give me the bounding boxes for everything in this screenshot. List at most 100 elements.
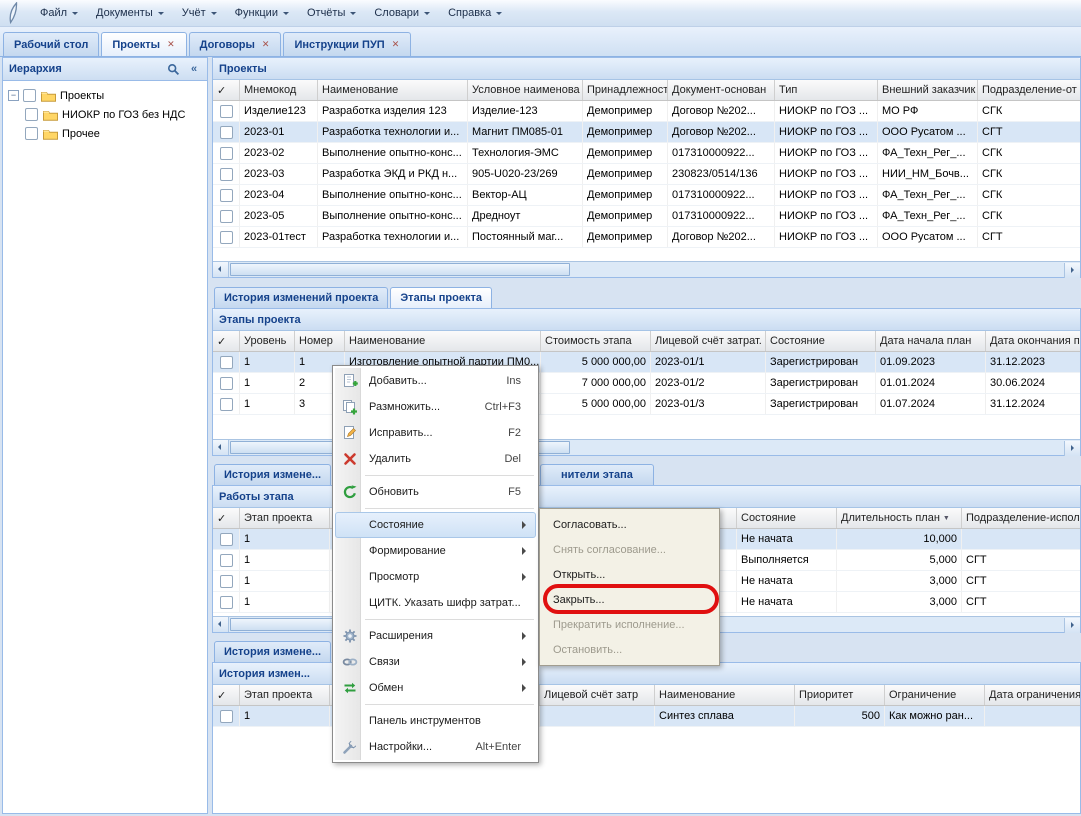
row-checkbox[interactable] [220, 710, 233, 723]
row-checkbox[interactable] [220, 105, 233, 118]
collapse-panel-icon[interactable]: « [185, 61, 203, 78]
menubar-item-file[interactable]: Файл [31, 0, 87, 26]
row-checkbox[interactable] [220, 356, 233, 369]
scroll-left-icon[interactable] [213, 440, 229, 455]
table-row[interactable]: Изделие123Разработка изделия 123Изделие-… [213, 101, 1080, 122]
column-header-project-stage[interactable]: Этап проекта [240, 685, 330, 705]
column-header-stage-cost[interactable]: Стоимость этапа [541, 331, 651, 351]
row-checkbox[interactable] [220, 377, 233, 390]
column-header-cost-account[interactable]: Лицевой счёт затр [540, 685, 655, 705]
table-row[interactable]: 2023-02Выполнение опытно-конс...Технолог… [213, 143, 1080, 164]
menubar-item-reports[interactable]: Отчёты [298, 0, 365, 26]
table-row[interactable]: 2023-01тестРазработка технологии и...Пос… [213, 227, 1080, 248]
row-checkbox[interactable] [220, 168, 233, 181]
scroll-right-icon[interactable] [1064, 618, 1080, 633]
row-checkbox[interactable] [220, 231, 233, 244]
scroll-right-icon[interactable] [1064, 263, 1080, 278]
column-header-number[interactable]: Номер [295, 331, 345, 351]
tree-checkbox[interactable] [23, 89, 36, 102]
tab-stage-executors-tab[interactable]: нители этапа [540, 464, 654, 485]
column-header-restriction[interactable]: Ограничение [885, 685, 985, 705]
column-header-state[interactable]: Состояние [766, 331, 876, 351]
column-header-department[interactable]: Подразделение-от [978, 80, 1080, 100]
context-menu-item-edit[interactable]: Исправить...F2 [335, 420, 536, 446]
row-checkbox[interactable] [220, 575, 233, 588]
tree-checkbox[interactable] [25, 127, 38, 140]
row-checkbox[interactable] [220, 596, 233, 609]
column-header-conditional-name[interactable]: Условное наименова [468, 80, 583, 100]
column-header-name[interactable]: Наименование [655, 685, 795, 705]
column-header-executor-department[interactable]: Подразделение-исполн [962, 508, 1080, 528]
search-icon[interactable] [164, 61, 182, 78]
context-menu-item-settings[interactable]: Настройки...Alt+Enter [335, 734, 536, 760]
row-checkbox[interactable] [220, 398, 233, 411]
context-menu-item-extensions[interactable]: Расширения [335, 623, 536, 649]
column-header-check[interactable]: ✓ [213, 685, 240, 705]
context-menu-item-duplicate[interactable]: Размножить...Ctrl+F3 [335, 394, 536, 420]
tree-checkbox[interactable] [25, 108, 38, 121]
column-header-plan-end-date[interactable]: Дата окончания п [986, 331, 1080, 351]
menubar-item-accounting[interactable]: Учёт [173, 0, 226, 26]
column-header-restriction-date[interactable]: Дата ограничения [985, 685, 1080, 705]
column-header-belonging[interactable]: Принадлежность [583, 80, 668, 100]
context-menu-item-toolbar[interactable]: Панель инструментов [335, 708, 536, 734]
row-checkbox[interactable] [220, 533, 233, 546]
tab-pup-instructions[interactable]: Инструкции ПУП✕ [283, 32, 411, 56]
menubar-item-documents[interactable]: Документы [87, 0, 173, 26]
column-header-priority[interactable]: Приоритет [795, 685, 885, 705]
context-menu-item-citk-cost-code[interactable]: ЦИТК. Указать шифр затрат... [335, 590, 536, 616]
column-header-plan-start-date[interactable]: Дата начала план [876, 331, 986, 351]
column-header-type[interactable]: Тип [775, 80, 878, 100]
table-row[interactable]: 2023-03Разработка ЭКД и РКД н...905-U020… [213, 164, 1080, 185]
tab-desktop[interactable]: Рабочий стол [3, 32, 99, 56]
column-header-mnemocode[interactable]: Мнемокод [240, 80, 318, 100]
column-header-state[interactable]: Состояние [737, 508, 837, 528]
row-checkbox[interactable] [220, 554, 233, 567]
menubar-item-functions[interactable]: Функции [226, 0, 298, 26]
tree-item-other[interactable]: Прочее [5, 124, 205, 143]
table-row[interactable]: 2023-05Выполнение опытно-конс...Дредноут… [213, 206, 1080, 227]
row-checkbox[interactable] [220, 126, 233, 139]
context-menu-item-state[interactable]: Состояние [335, 512, 536, 538]
submenu-item-close[interactable]: Закрыть... [543, 587, 716, 612]
column-header-cost-account[interactable]: Лицевой счёт затрат. [651, 331, 766, 351]
menubar-item-help[interactable]: Справка [439, 0, 511, 26]
tab-project-history-tab[interactable]: История изменений проекта [214, 287, 388, 308]
column-header-base-document[interactable]: Документ-основан [668, 80, 775, 100]
menubar-item-dictionaries[interactable]: Словари [365, 0, 439, 26]
close-icon[interactable]: ✕ [261, 40, 271, 49]
context-menu-item-links[interactable]: Связи [335, 649, 536, 675]
scroll-left-icon[interactable] [213, 262, 229, 277]
close-icon[interactable]: ✕ [166, 40, 176, 49]
context-menu-item-exchange[interactable]: Обмен [335, 675, 536, 701]
tab-work-history-tab[interactable]: История измене... [214, 464, 331, 485]
projects-horizontal-scrollbar[interactable] [213, 261, 1080, 277]
column-header-check[interactable]: ✓ [213, 331, 240, 351]
tree-item-niokr-goz[interactable]: НИОКР по ГОЗ без НДС [5, 105, 205, 124]
scrollbar-thumb[interactable] [230, 263, 570, 276]
table-row[interactable]: 2023-01Разработка технологии и...Магнит … [213, 122, 1080, 143]
scroll-left-icon[interactable] [213, 617, 229, 632]
row-checkbox[interactable] [220, 189, 233, 202]
column-header-name[interactable]: Наименование [318, 80, 468, 100]
column-header-name[interactable]: Наименование [345, 331, 541, 351]
tree-item-projects-root[interactable]: −Проекты [5, 86, 205, 105]
tab-contracts[interactable]: Договоры✕ [189, 32, 282, 56]
row-checkbox[interactable] [220, 147, 233, 160]
tab-project-stages-tab[interactable]: Этапы проекта [390, 287, 492, 308]
row-checkbox[interactable] [220, 210, 233, 223]
tab-projects[interactable]: Проекты✕ [101, 32, 186, 56]
context-menu-item-view[interactable]: Просмотр [335, 564, 536, 590]
table-row[interactable]: 2023-04Выполнение опытно-конс...Вектор-А… [213, 185, 1080, 206]
tab-work-history-tab[interactable]: История измене... [214, 641, 331, 662]
scroll-right-icon[interactable] [1064, 441, 1080, 456]
column-header-check[interactable]: ✓ [213, 508, 240, 528]
column-header-project-stage[interactable]: Этап проекта [240, 508, 330, 528]
submenu-item-approve[interactable]: Согласовать... [543, 512, 716, 537]
column-header-level[interactable]: Уровень [240, 331, 295, 351]
column-header-check[interactable]: ✓ [213, 80, 240, 100]
context-menu-item-formation[interactable]: Формирование [335, 538, 536, 564]
close-icon[interactable]: ✕ [391, 40, 401, 49]
collapse-expander-icon[interactable]: − [8, 90, 19, 101]
column-header-external-customer[interactable]: Внешний заказчик [878, 80, 978, 100]
